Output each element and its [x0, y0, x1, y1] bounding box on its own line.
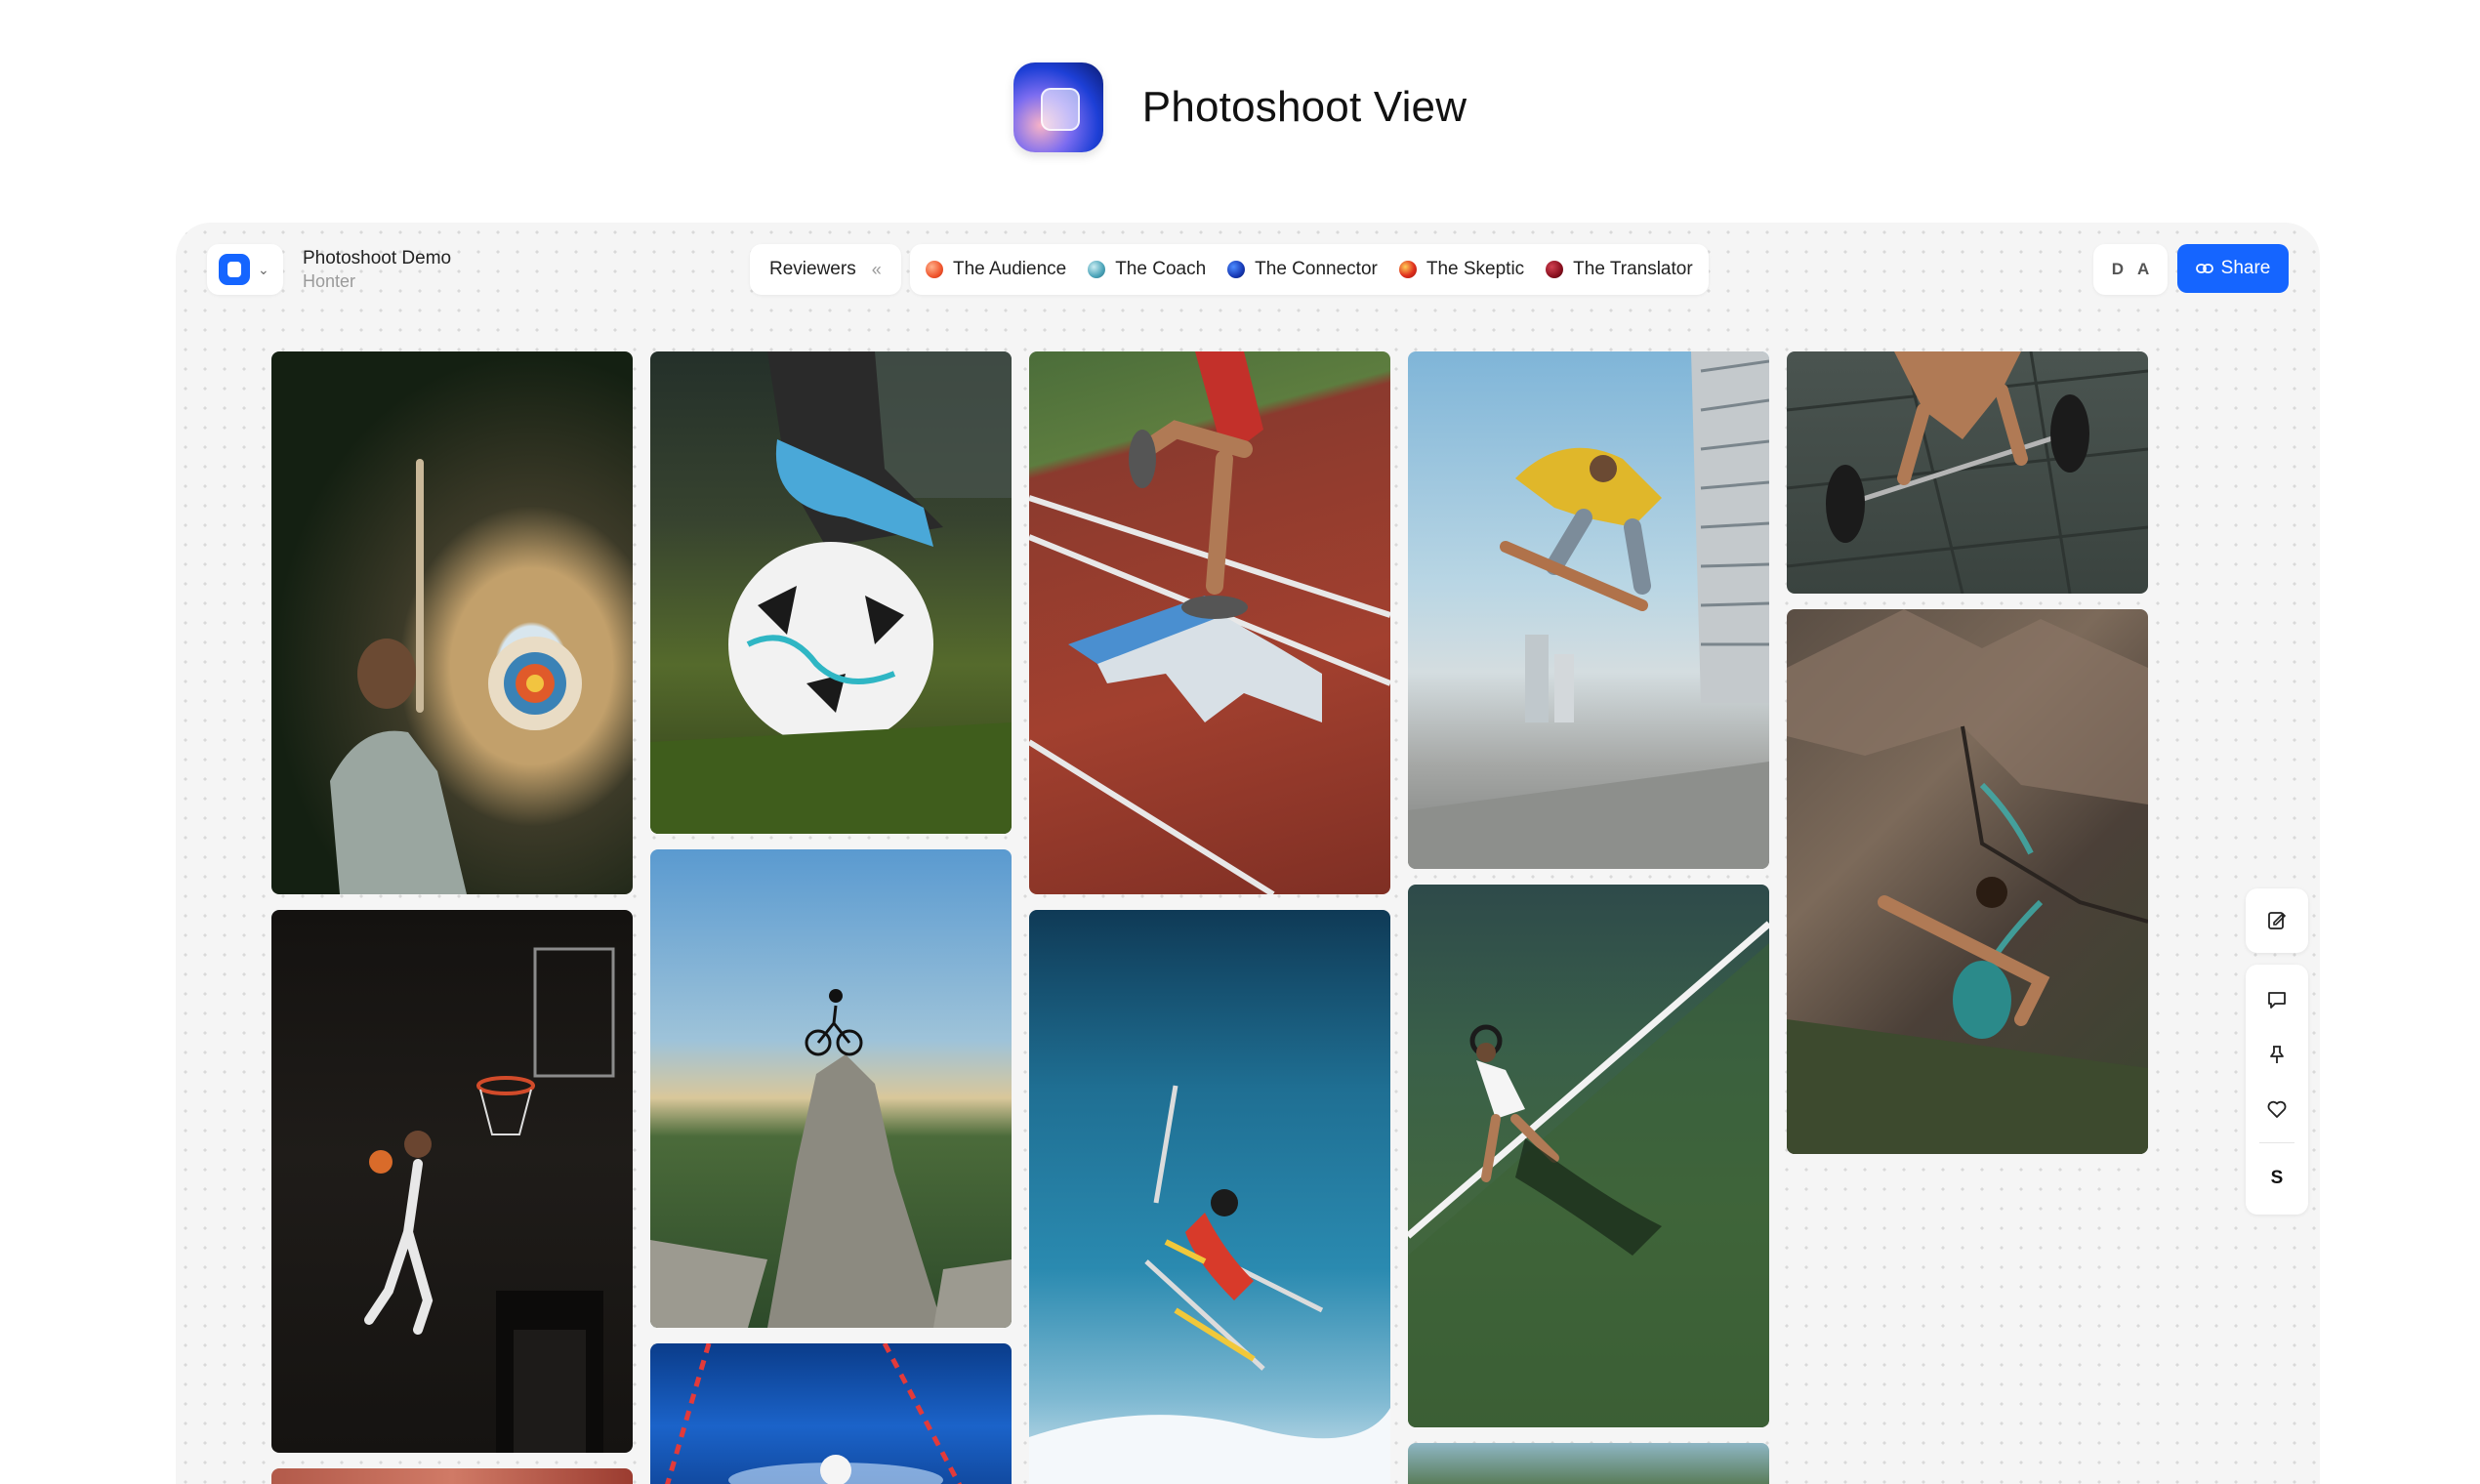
collaborator-avatars[interactable]: D A — [2093, 244, 2168, 295]
project-owner: Honter — [303, 271, 356, 291]
action-rail: S — [2246, 965, 2308, 1215]
heart-icon — [2265, 1097, 2289, 1121]
page-title: Photoshoot View — [1141, 83, 1467, 131]
reviewer-label: The Skeptic — [1426, 259, 1525, 279]
link-icon — [2195, 263, 2213, 274]
track-runner-photo[interactable] — [1029, 351, 1390, 894]
soccer-ball-photo[interactable] — [650, 351, 1012, 834]
comment-icon — [2265, 988, 2289, 1011]
reviewer-avatar — [1546, 261, 1564, 278]
like-button[interactable] — [2255, 1088, 2298, 1131]
pin-button[interactable] — [2255, 1033, 2298, 1076]
tennis-photo[interactable] — [1408, 885, 1769, 1427]
reviewer-label: The Connector — [1255, 259, 1378, 279]
reviewer-avatar — [1227, 261, 1246, 278]
share-label: Share — [2220, 258, 2271, 278]
user-initial: S — [2270, 1168, 2284, 1188]
rail-divider — [2259, 1142, 2294, 1143]
archery-bottom-photo[interactable] — [271, 1468, 633, 1484]
archery-photo[interactable] — [271, 351, 633, 894]
share-button[interactable]: Share — [2177, 244, 2289, 293]
comment-button[interactable] — [2255, 978, 2298, 1021]
pin-icon — [2265, 1043, 2289, 1066]
app-window: ⌄ Photoshoot Demo Honter Reviewers « The… — [176, 223, 2320, 1484]
project-info: Photoshoot Demo Honter — [303, 248, 451, 292]
palm-trees-photo[interactable] — [1408, 1443, 1769, 1484]
reviewer-chip-skeptic[interactable]: The Skeptic — [1398, 259, 1525, 280]
reviewer-avatar — [1088, 261, 1106, 278]
reviewer-avatar — [926, 261, 943, 278]
reviewer-label: The Coach — [1115, 259, 1207, 279]
double-chevron-left-icon: « — [871, 259, 882, 279]
edit-note-button[interactable] — [2246, 888, 2308, 953]
basketball-dunk-photo[interactable] — [271, 910, 633, 1453]
chevron-down-icon: ⌄ — [258, 261, 269, 277]
reviewer-chip-translator[interactable]: The Translator — [1546, 259, 1693, 280]
skier-jump-photo[interactable] — [1029, 910, 1390, 1484]
reviewer-chip-list: The Audience The Coach The Connector The… — [910, 244, 1709, 295]
skateboard-photo[interactable] — [1408, 351, 1769, 869]
app-switcher-button[interactable]: ⌄ — [207, 244, 283, 295]
reviewer-chip-connector[interactable]: The Connector — [1227, 259, 1378, 280]
reviewer-label: The Audience — [953, 259, 1067, 279]
edit-note-icon — [2265, 909, 2289, 932]
photoshoot-app-logo-icon — [1013, 62, 1103, 152]
reviewer-label: The Translator — [1573, 259, 1693, 279]
reviewers-label: Reviewers — [769, 259, 856, 279]
weightlifting-photo[interactable] — [1787, 351, 2148, 594]
reviewer-avatar — [1398, 261, 1417, 278]
user-menu-button[interactable]: S — [2255, 1157, 2298, 1200]
avatar: D — [2111, 260, 2124, 278]
hero-header: Photoshoot View — [0, 0, 2480, 215]
app-logo-icon — [219, 254, 250, 285]
avatar: A — [2137, 260, 2150, 278]
project-name: Photoshoot Demo — [303, 248, 452, 268]
climbing-photo[interactable] — [1787, 609, 2148, 1154]
reviewer-chip-coach[interactable]: The Coach — [1088, 259, 1206, 280]
reviewers-toggle-button[interactable]: Reviewers « — [750, 244, 901, 295]
reviewer-chip-audience[interactable]: The Audience — [926, 259, 1066, 280]
swimmer-photo[interactable] — [650, 1343, 1012, 1484]
cyclist-summit-photo[interactable] — [650, 849, 1012, 1328]
